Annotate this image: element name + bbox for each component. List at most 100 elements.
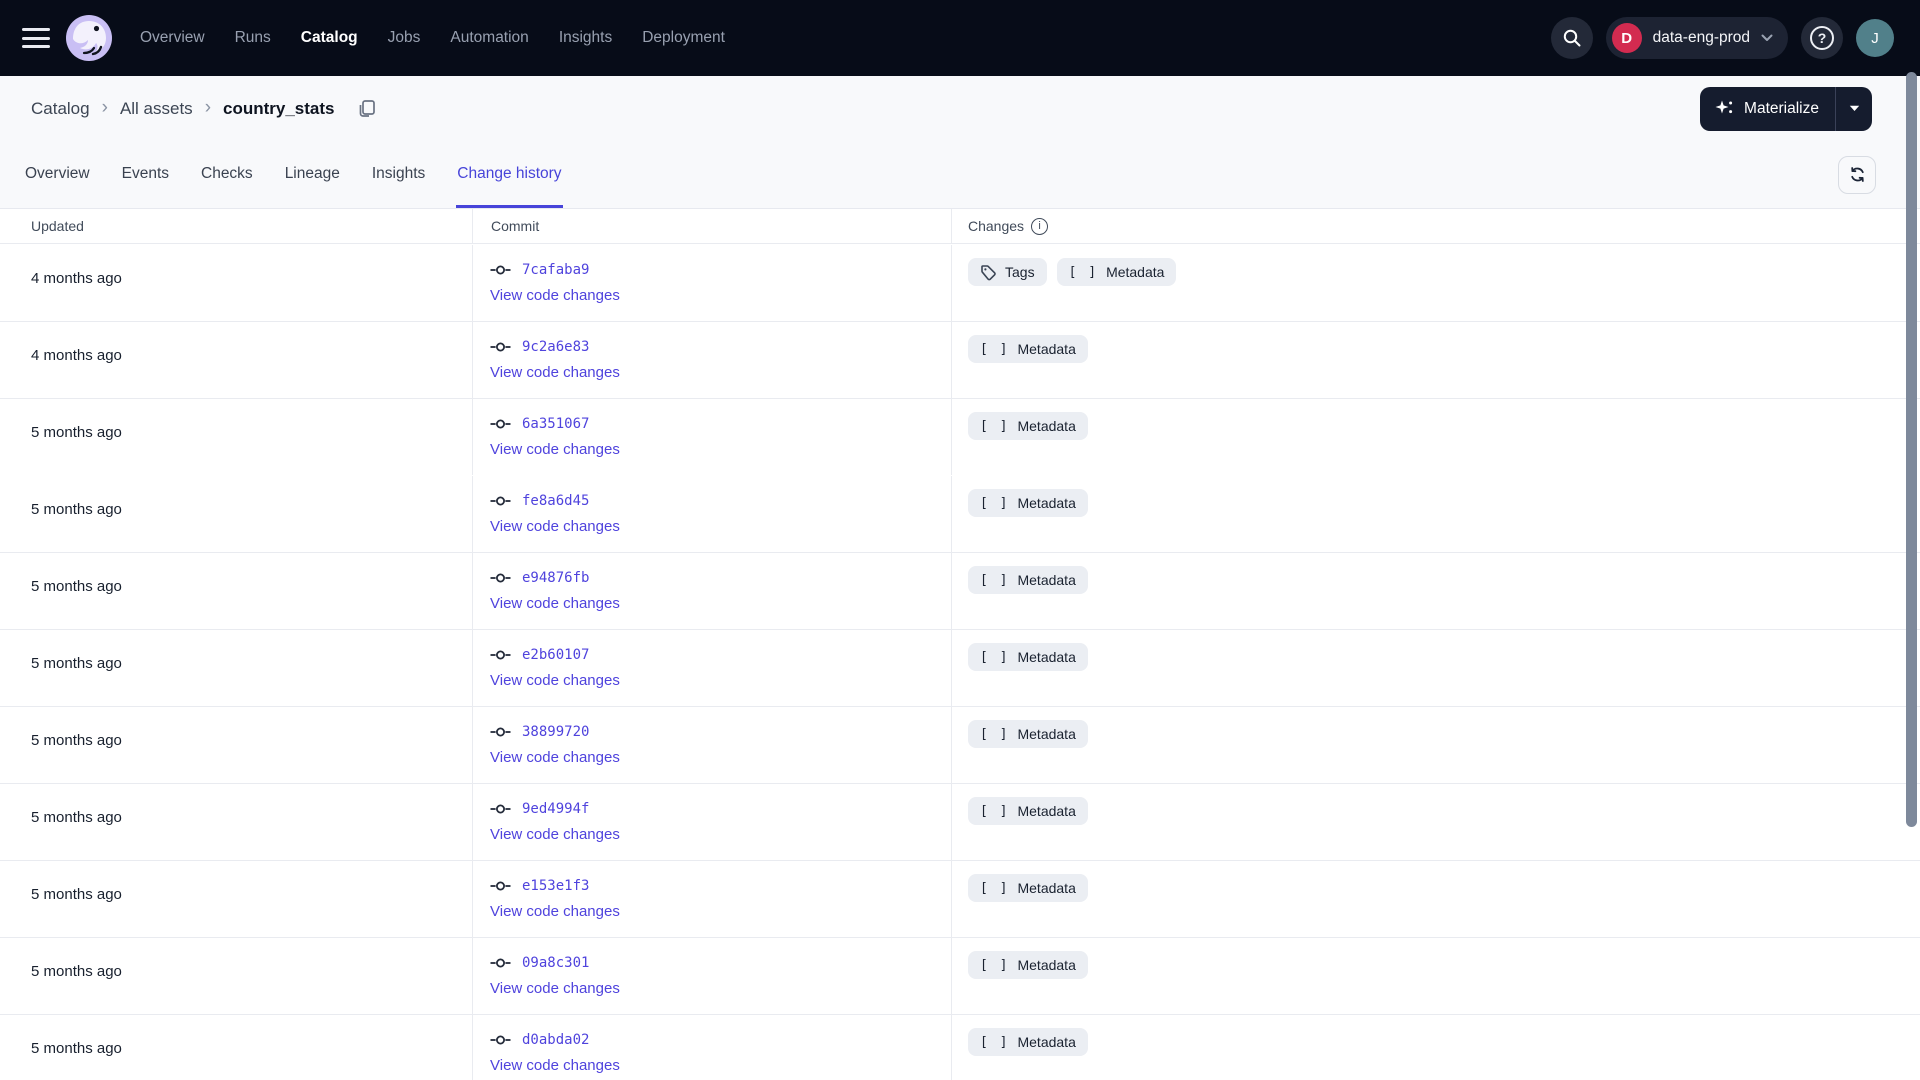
commit-hash-link[interactable]: 6a351067 <box>522 416 589 432</box>
table-row: 5 months ago 38899720 View code changes [ ]… <box>0 706 1920 783</box>
view-code-changes-link[interactable]: View code changes <box>490 903 620 920</box>
table-row: 5 months ago d0abda02 View code changes [ ]… <box>0 1014 1920 1080</box>
row-commit-cell: 6a351067 View code changes <box>472 399 951 475</box>
view-code-changes-link[interactable]: View code changes <box>490 749 620 766</box>
row-changes-cell: [ ] Metadata <box>951 553 1920 629</box>
commit-hash-link[interactable]: d0abda02 <box>522 1032 589 1048</box>
view-code-changes-link[interactable]: View code changes <box>490 287 620 304</box>
info-icon[interactable]: i <box>1031 217 1049 235</box>
nav-item-runs[interactable]: Runs <box>235 29 271 47</box>
view-code-changes-link[interactable]: View code changes <box>490 826 620 843</box>
workspace-switcher[interactable]: D data-eng-prod <box>1605 17 1788 59</box>
badge-label: Metadata <box>1106 264 1165 280</box>
column-header-commit: Commit <box>472 209 951 243</box>
nav-item-catalog[interactable]: Catalog <box>301 29 358 47</box>
table-row: 5 months ago e153e1f3 View code changes [ ]… <box>0 860 1920 937</box>
commit-hash-link[interactable]: e2b60107 <box>522 647 589 663</box>
copy-asset-name-button[interactable] <box>357 99 376 118</box>
badge-label: Tags <box>1005 264 1035 280</box>
nav-item-deployment[interactable]: Deployment <box>642 29 725 47</box>
view-code-changes-link[interactable]: View code changes <box>490 1057 620 1074</box>
nav-item-overview[interactable]: Overview <box>140 29 205 47</box>
workspace-name: data-eng-prod <box>1652 29 1750 46</box>
table-row: 5 months ago 09a8c301 View code changes [ ]… <box>0 937 1920 1014</box>
commit-hash-link[interactable]: 7cafaba9 <box>522 262 589 278</box>
tab-events[interactable]: Events <box>121 141 170 208</box>
row-updated-time: 5 months ago <box>31 578 122 595</box>
metadata-change-badge: [ ] Metadata <box>968 412 1088 440</box>
nav-item-automation[interactable]: Automation <box>450 29 528 47</box>
commit-icon <box>490 958 511 968</box>
tab-lineage[interactable]: Lineage <box>284 141 341 208</box>
commit-hash-link[interactable]: 9ed4994f <box>522 801 589 817</box>
row-commit-cell: d0abda02 View code changes <box>472 1015 951 1080</box>
commit-hash-link[interactable]: 38899720 <box>522 724 589 740</box>
row-changes-cell: [ ] Metadata <box>951 861 1920 937</box>
user-avatar[interactable]: J <box>1856 19 1894 57</box>
column-header-updated: Updated <box>31 218 84 234</box>
breadcrumb-all-assets[interactable]: All assets <box>120 99 193 119</box>
tab-overview[interactable]: Overview <box>24 141 91 208</box>
badge-label: Metadata <box>1017 957 1076 973</box>
dagster-logo-icon[interactable] <box>66 15 112 61</box>
brackets-icon: [ ] <box>1068 264 1099 280</box>
materialize-button[interactable]: Materialize <box>1700 87 1835 131</box>
row-changes-cell: [ ] Metadata <box>951 399 1920 475</box>
row-commit-cell: e2b60107 View code changes <box>472 630 951 706</box>
commit-hash-link[interactable]: e153e1f3 <box>522 878 589 894</box>
commit-icon <box>490 804 511 814</box>
badge-label: Metadata <box>1017 803 1076 819</box>
brackets-icon: [ ] <box>980 495 1010 511</box>
badge-label: Metadata <box>1017 726 1076 742</box>
column-header-changes: Changes i <box>951 209 1920 243</box>
metadata-change-badge: [ ] Metadata <box>968 874 1088 902</box>
commit-icon <box>490 419 511 429</box>
row-changes-cell: [ ] Metadata <box>951 630 1920 706</box>
page-header: Catalog › All assets › country_stats Mat… <box>0 76 1920 141</box>
metadata-change-badge: [ ] Metadata <box>968 566 1088 594</box>
metadata-change-badge: [ ] Metadata <box>968 951 1088 979</box>
badge-label: Metadata <box>1017 572 1076 588</box>
breadcrumb-catalog[interactable]: Catalog <box>31 99 90 119</box>
view-code-changes-link[interactable]: View code changes <box>490 672 620 689</box>
commit-hash-link[interactable]: 9c2a6e83 <box>522 339 589 355</box>
tag-icon <box>981 264 996 280</box>
nav-item-insights[interactable]: Insights <box>559 29 612 47</box>
row-updated-time: 5 months ago <box>31 1040 122 1057</box>
materialize-split-button: Materialize <box>1700 86 1872 131</box>
view-code-changes-link[interactable]: View code changes <box>490 364 620 381</box>
brackets-icon: [ ] <box>980 803 1010 819</box>
help-button[interactable]: ? <box>1801 17 1843 59</box>
brackets-icon: [ ] <box>980 341 1010 357</box>
view-code-changes-link[interactable]: View code changes <box>490 518 620 535</box>
hamburger-menu-icon[interactable] <box>22 28 50 48</box>
refresh-button[interactable] <box>1838 155 1876 194</box>
materialize-dropdown-button[interactable] <box>1835 86 1872 131</box>
row-commit-cell: e153e1f3 View code changes <box>472 861 951 937</box>
commit-hash-link[interactable]: fe8a6d45 <box>522 493 589 509</box>
tab-insights[interactable]: Insights <box>371 141 426 208</box>
row-changes-cell: [ ] Metadata <box>951 476 1920 552</box>
vertical-scrollbar-thumb[interactable] <box>1906 72 1917 827</box>
row-updated-time: 5 months ago <box>31 501 122 518</box>
search-button[interactable] <box>1550 17 1593 59</box>
view-code-changes-link[interactable]: View code changes <box>490 980 620 997</box>
view-code-changes-link[interactable]: View code changes <box>490 595 620 612</box>
commit-hash-link[interactable]: e94876fb <box>522 570 589 586</box>
tab-checks[interactable]: Checks <box>200 141 254 208</box>
metadata-change-badge: [ ] Metadata <box>968 1028 1088 1056</box>
row-commit-cell: 9ed4994f View code changes <box>472 784 951 860</box>
badge-label: Metadata <box>1017 880 1076 896</box>
commit-icon <box>490 342 511 352</box>
badge-label: Metadata <box>1017 418 1076 434</box>
breadcrumb-separator-icon: › <box>204 97 212 118</box>
view-code-changes-link[interactable]: View code changes <box>490 441 620 458</box>
nav-item-jobs[interactable]: Jobs <box>388 29 421 47</box>
metadata-change-badge: [ ] Metadata <box>1056 258 1177 286</box>
changes-header-label: Changes <box>968 218 1025 234</box>
tab-change-history[interactable]: Change history <box>456 141 563 208</box>
commit-hash-link[interactable]: 09a8c301 <box>522 955 589 971</box>
row-commit-cell: 38899720 View code changes <box>472 707 951 783</box>
row-commit-cell: fe8a6d45 View code changes <box>472 476 951 552</box>
table-header-row: Updated Commit Changes i <box>0 209 1920 244</box>
